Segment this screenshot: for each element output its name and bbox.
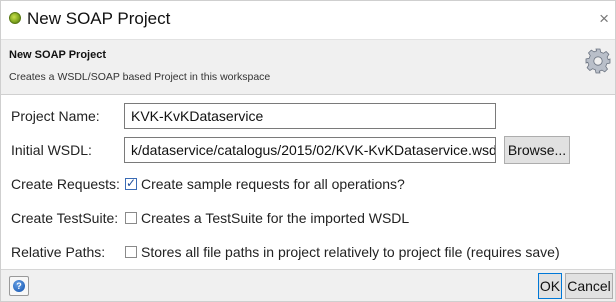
create-testsuite-text: Creates a TestSuite for the imported WSD… [141, 210, 410, 226]
relative-paths-text: Stores all file paths in project relativ… [141, 244, 560, 260]
initial-wsdl-label: Initial WSDL: [11, 142, 92, 158]
initial-wsdl-input[interactable]: k/dataservice/catalogus/2015/02/KVK-KvKD… [124, 137, 496, 163]
cancel-button[interactable]: Cancel [565, 273, 613, 299]
window-title: New SOAP Project [27, 9, 171, 28]
create-testsuite-checkbox[interactable] [125, 212, 137, 224]
header-title: New SOAP Project [9, 49, 106, 61]
header-subtitle: Creates a WSDL/SOAP based Project in thi… [9, 71, 271, 83]
relative-paths-row: Relative Paths: Stores all file paths in… [1, 238, 615, 266]
project-name-label: Project Name: [11, 108, 100, 124]
create-requests-label: Create Requests: [11, 176, 120, 192]
ok-button[interactable]: OK [538, 273, 562, 299]
new-soap-project-dialog: New SOAP Project × New SOAP Project Crea… [0, 0, 616, 302]
help-button[interactable]: ? [9, 276, 29, 296]
title-bar: New SOAP Project × [1, 1, 615, 39]
close-icon[interactable]: × [599, 9, 609, 29]
browse-button[interactable]: Browse... [504, 136, 570, 164]
project-form: Project Name: KVK-KvKDataservice Initial… [1, 96, 615, 268]
initial-wsdl-row: Initial WSDL: k/dataservice/catalogus/20… [1, 136, 615, 164]
relative-paths-label: Relative Paths: [11, 244, 106, 260]
dialog-footer: ? OK Cancel [1, 269, 615, 301]
help-icon: ? [13, 280, 25, 292]
create-requests-text: Create sample requests for all operation… [141, 176, 405, 192]
project-name-input[interactable]: KVK-KvKDataservice [124, 103, 496, 129]
project-name-row: Project Name: KVK-KvKDataservice [1, 102, 615, 130]
relative-paths-checkbox[interactable] [125, 246, 137, 258]
create-requests-row: Create Requests: Create sample requests … [1, 170, 615, 198]
create-testsuite-label: Create TestSuite: [11, 210, 119, 226]
gear-icon [585, 48, 611, 74]
create-requests-checkbox[interactable] [125, 176, 137, 190]
soapui-app-icon [9, 12, 21, 24]
create-testsuite-row: Create TestSuite: Creates a TestSuite fo… [1, 204, 615, 232]
dialog-header: New SOAP Project Creates a WSDL/SOAP bas… [1, 39, 615, 95]
